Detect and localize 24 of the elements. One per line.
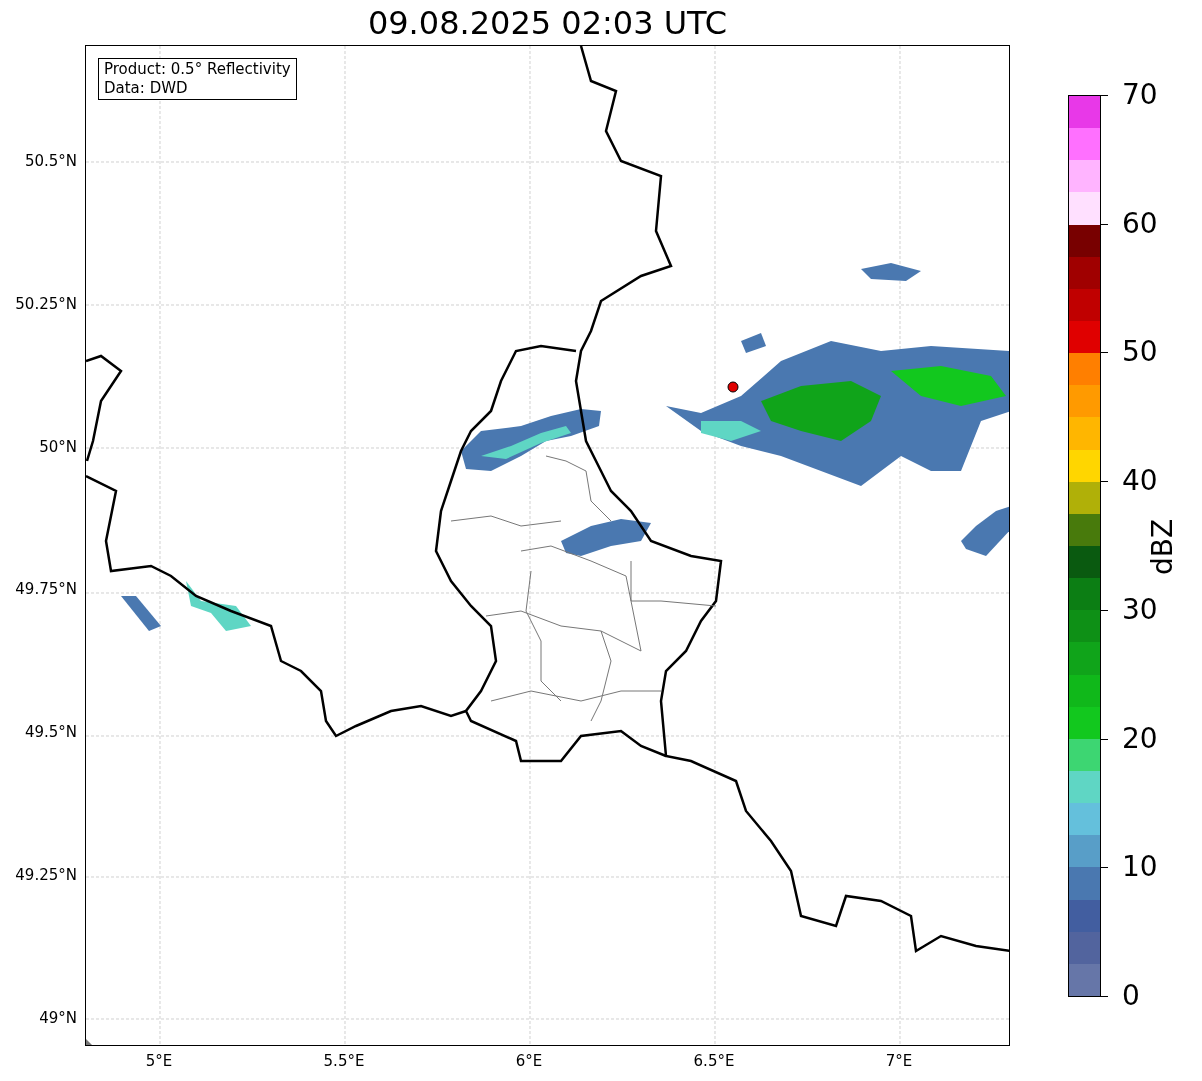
- axis-tick-label: 49.25°N: [15, 864, 78, 886]
- axis-tick-label: 50.25°N: [15, 293, 78, 315]
- axis-tick-label: 5°E: [145, 1051, 173, 1072]
- axis-tick-label: 6°E: [515, 1051, 543, 1072]
- axis-tick-label: 50°N: [39, 436, 78, 458]
- info-text: Data: DWD: [104, 78, 189, 98]
- axis-tick-label: 49.5°N: [24, 721, 78, 743]
- axis-tick-label: 49°N: [39, 1007, 78, 1029]
- colorbar-tick-label: 70: [1122, 81, 1158, 109]
- colorbar-label: dBZ: [1149, 518, 1177, 576]
- axis-tick-label: 50.5°N: [24, 150, 78, 172]
- axis-tick-label: 6.5°E: [693, 1051, 735, 1072]
- colorbar-tick-label: 0: [1122, 982, 1140, 1010]
- colorbar-tick-label: 10: [1122, 853, 1158, 882]
- colorbar-tick-label: 20: [1122, 724, 1158, 753]
- axis-tick-label: 5.5°E: [323, 1051, 365, 1072]
- chart-title: 09.08.2025 02:03 UTC: [366, 4, 729, 43]
- axis-tick-label: 7°E: [885, 1051, 913, 1072]
- colorbar-tick-label: 50: [1122, 338, 1158, 367]
- colorbar-tick-label: 30: [1122, 595, 1158, 624]
- info-text: Product: 0.5° Reflectivity: [104, 60, 291, 79]
- colorbar-tick-label: 40: [1122, 467, 1158, 496]
- colorbar-tick-label: 60: [1122, 209, 1158, 238]
- axis-tick-label: 49.75°N: [15, 579, 78, 601]
